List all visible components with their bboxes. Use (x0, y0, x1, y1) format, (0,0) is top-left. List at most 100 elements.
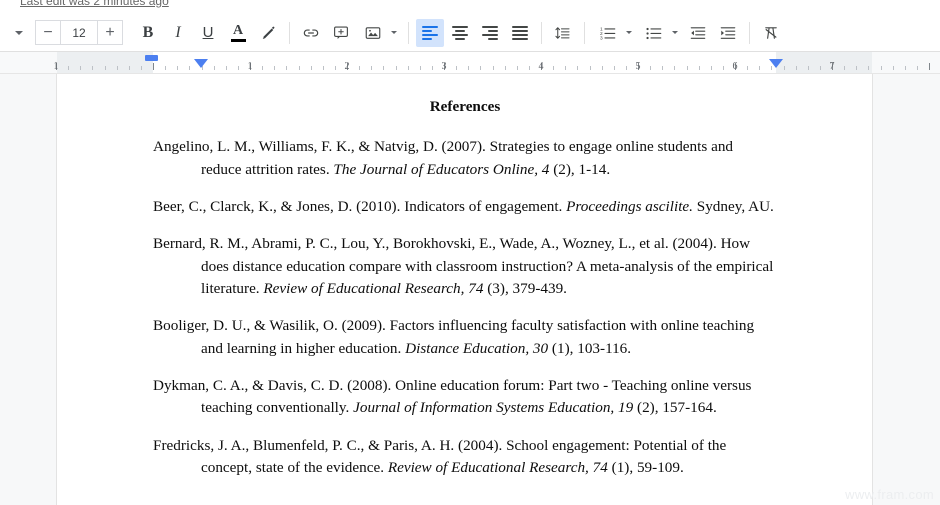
numbered-list-dropdown[interactable] (622, 19, 636, 47)
font-size-input[interactable]: 12 (60, 20, 98, 45)
ruler-tick (456, 66, 458, 70)
document-body[interactable]: References Angelino, L. M., Williams, F.… (153, 96, 777, 494)
horizontal-ruler[interactable]: 1 1 2 3 4 5 6 7 (0, 52, 940, 74)
text-color-swatch (230, 38, 246, 42)
ruler-tick (80, 66, 82, 70)
reference-pages: (2), 157-164. (633, 399, 717, 417)
docs-editor-window: Last edit was 2 minutes ago − 12 + B I U… (0, 0, 940, 505)
numbered-list-button[interactable]: 1 2 3 (592, 19, 620, 47)
reference-source: Proceedings ascilite. (566, 198, 693, 216)
ruler-tick (589, 66, 591, 70)
ruler-tick (916, 66, 918, 70)
right-indent-marker[interactable] (769, 59, 783, 68)
ruler-tick (504, 66, 506, 70)
first-line-indent-marker[interactable] (145, 55, 158, 61)
line-spacing-button[interactable] (549, 19, 577, 47)
paragraph-styles-dropdown[interactable] (5, 19, 33, 47)
ruler-tick (468, 66, 470, 70)
align-right-button[interactable] (476, 19, 504, 47)
ruler-tick (407, 66, 409, 70)
ruler-tick (516, 66, 518, 70)
align-right-icon (482, 25, 498, 40)
reference-source: The Journal of Educators Online, 4 (333, 160, 550, 178)
ruler-tick (310, 66, 312, 70)
ruler-label: 6 (732, 61, 738, 72)
bold-button[interactable]: B (134, 19, 162, 47)
ruler-tick (431, 66, 433, 70)
insert-link-button[interactable] (297, 19, 325, 47)
ruler-tick (116, 66, 118, 70)
ruler-tick (844, 66, 846, 70)
ruler-tick (371, 66, 373, 70)
ruler-tick (795, 66, 797, 70)
toolbar-divider (584, 21, 585, 44)
ruler-tick (177, 66, 179, 70)
add-comment-button[interactable] (327, 19, 355, 47)
ruler-tick (577, 66, 579, 70)
decrease-indent-icon (690, 26, 706, 39)
clear-formatting-button[interactable] (757, 19, 785, 47)
align-justify-button[interactable] (506, 19, 534, 47)
insert-image-dropdown[interactable] (387, 19, 401, 47)
reference-pages: (1), 59-109. (607, 459, 684, 477)
highlight-color-button[interactable] (254, 19, 282, 47)
chevron-down-icon (626, 31, 632, 34)
text-color-icon: A (230, 22, 246, 42)
underline-button[interactable]: U (194, 19, 222, 47)
font-size-stepper[interactable]: − 12 + (35, 20, 123, 45)
reference-source: Review of Educational Research, 74 (387, 459, 608, 477)
ruler-tick (698, 66, 700, 70)
chevron-down-icon (672, 31, 678, 34)
toolbar-divider (749, 21, 750, 44)
ruler-tick (262, 66, 264, 70)
ruler-label: 2 (344, 61, 350, 72)
bulleted-list-button[interactable] (638, 19, 666, 47)
reference-pages: (3), 379-439. (483, 280, 567, 298)
clear-formatting-icon (765, 26, 777, 39)
reference-entry: Booliger, D. U., & Wasilik, O. (2009). F… (153, 315, 777, 360)
ruler-tick (359, 66, 361, 70)
link-icon (303, 28, 319, 37)
document-page[interactable]: References Angelino, L. M., Williams, F.… (57, 74, 872, 505)
reference-entry: Angelino, L. M., Williams, F. K., & Natv… (153, 136, 777, 181)
ruler-tick (759, 66, 761, 70)
bulleted-list-dropdown[interactable] (668, 19, 682, 47)
ruler-tick (419, 66, 421, 70)
ruler-tick (104, 66, 106, 70)
ruler-tick (553, 66, 555, 70)
align-left-button[interactable] (416, 18, 444, 47)
font-size-increase-button[interactable]: + (97, 20, 123, 45)
document-canvas: References Angelino, L. M., Williams, F.… (0, 74, 940, 505)
increase-indent-button[interactable] (714, 19, 742, 47)
text-color-button[interactable]: A (224, 19, 252, 47)
ruler-tick (686, 66, 688, 70)
left-indent-marker[interactable] (194, 59, 208, 68)
ruler-tick (213, 66, 215, 70)
ruler-label: 5 (635, 61, 641, 72)
align-center-button[interactable] (446, 19, 474, 47)
formatting-toolbar: − 12 + B I U A 1 2 3 (0, 14, 940, 52)
bold-icon: B (142, 23, 154, 41)
text-color-letter: A (232, 22, 244, 38)
numbered-list-icon: 1 2 3 (600, 26, 615, 41)
ruler-tick (286, 66, 288, 70)
reference-authors-title: Beer, C., Clarck, K., & Jones, D. (2010)… (153, 198, 567, 216)
ruler-tick (856, 66, 858, 70)
font-size-decrease-button[interactable]: − (35, 20, 61, 45)
highlight-pen-icon (262, 26, 275, 39)
ruler-tick (68, 66, 70, 70)
italic-button[interactable]: I (164, 19, 192, 47)
ruler-tick (492, 66, 494, 70)
ruler-tick (892, 66, 894, 70)
decrease-indent-button[interactable] (684, 19, 712, 47)
last-edit-status[interactable]: Last edit was 2 minutes ago (20, 0, 169, 8)
ruler-tick (747, 66, 749, 70)
insert-image-button[interactable] (357, 19, 385, 47)
chevron-down-icon (15, 30, 23, 35)
comment-plus-icon (334, 25, 348, 39)
reference-pages: (2), 1-14. (549, 160, 611, 178)
ruler-tick (662, 66, 664, 70)
ruler-tick (528, 66, 530, 70)
reference-entry: Fredricks, J. A., Blumenfeld, P. C., & P… (153, 435, 777, 480)
increase-indent-icon (720, 26, 736, 39)
